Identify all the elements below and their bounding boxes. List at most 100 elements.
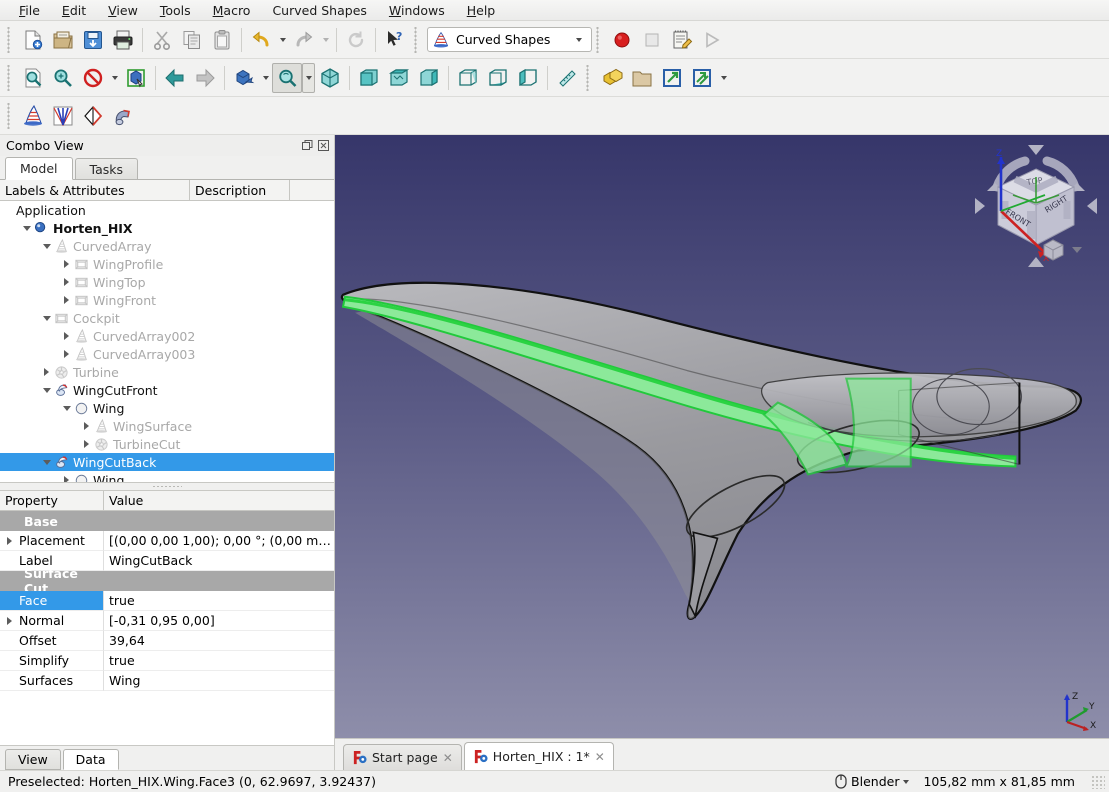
selection-view-button[interactable] bbox=[121, 63, 151, 93]
link-actions-button[interactable] bbox=[687, 63, 717, 93]
isometric-view-button[interactable] bbox=[315, 63, 345, 93]
macro-record-button[interactable] bbox=[607, 25, 637, 55]
make-link-button[interactable] bbox=[657, 63, 687, 93]
workbench-selector[interactable]: Curved Shapes bbox=[427, 27, 592, 52]
collapse-arrow-icon[interactable] bbox=[40, 309, 53, 327]
expand-arrow-icon[interactable] bbox=[60, 345, 73, 363]
tree-item-application[interactable]: Application bbox=[0, 201, 334, 219]
create-part-button[interactable] bbox=[597, 63, 627, 93]
expand-arrow-icon[interactable] bbox=[60, 255, 73, 273]
menu-curved-shapes[interactable]: Curved Shapes bbox=[261, 1, 377, 20]
expand-arrow-icon[interactable] bbox=[2, 536, 17, 545]
curved-segment-button[interactable] bbox=[108, 101, 138, 131]
expand-arrow-icon[interactable] bbox=[60, 327, 73, 345]
toolbar-grip[interactable] bbox=[585, 64, 594, 91]
tree-item-wingsurface[interactable]: WingSurface bbox=[0, 417, 334, 435]
tab-model[interactable]: Model bbox=[5, 157, 73, 180]
tree-item-curvedarray[interactable]: CurvedArray bbox=[0, 237, 334, 255]
tree-item-curvedarray003[interactable]: CurvedArray003 bbox=[0, 345, 334, 363]
expand-arrow-icon[interactable] bbox=[60, 291, 73, 309]
tree-item-turbine[interactable]: Turbine bbox=[0, 363, 334, 381]
surface-cut-button[interactable] bbox=[78, 101, 108, 131]
property-value[interactable]: 39,64 bbox=[104, 631, 334, 651]
document-tab-start-page[interactable]: Start page ✕ bbox=[343, 744, 462, 770]
macros-dialog-button[interactable] bbox=[667, 25, 697, 55]
toolbar-grip[interactable] bbox=[413, 26, 422, 53]
expand-arrow-icon[interactable] bbox=[40, 363, 53, 381]
link-dropdown-button[interactable] bbox=[717, 63, 730, 93]
property-list[interactable]: Base Placement [(0,00 0,00 1,00); 0,00 °; … bbox=[0, 511, 334, 691]
tree-item-wingcutfront[interactable]: WingCutFront bbox=[0, 381, 334, 399]
tree-item-horten_hix[interactable]: Horten_HIX bbox=[0, 219, 334, 237]
property-value[interactable]: [(0,00 0,00 1,00); 0,00 °; (0,00 m… bbox=[104, 531, 334, 551]
expand-arrow-icon[interactable] bbox=[60, 273, 73, 291]
execute-macro-button[interactable] bbox=[697, 25, 727, 55]
tree-item-curvedarray002[interactable]: CurvedArray002 bbox=[0, 327, 334, 345]
property-value[interactable]: true bbox=[104, 591, 334, 611]
top-view-button[interactable] bbox=[384, 63, 414, 93]
zoom-button[interactable] bbox=[272, 62, 302, 93]
fit-selection-button[interactable] bbox=[48, 63, 78, 93]
curved-array-button[interactable] bbox=[18, 101, 48, 131]
close-icon[interactable]: ✕ bbox=[595, 750, 605, 764]
property-value[interactable]: [-0,31 0,95 0,00] bbox=[104, 611, 334, 631]
zoom-dropdown-button[interactable] bbox=[302, 62, 315, 93]
expand-arrow-icon[interactable] bbox=[2, 616, 17, 625]
toolbar-grip[interactable] bbox=[6, 64, 15, 91]
tab-data[interactable]: Data bbox=[62, 749, 119, 770]
tree-item-wingprofile[interactable]: WingProfile bbox=[0, 255, 334, 273]
undo-dropdown-button[interactable] bbox=[276, 25, 289, 55]
workbench-dropdown-icon[interactable] bbox=[571, 37, 587, 42]
property-row[interactable]: Offset 39,64 bbox=[0, 631, 334, 651]
toolbar-grip[interactable] bbox=[595, 26, 604, 53]
expand-arrow-icon[interactable] bbox=[80, 435, 93, 453]
open-document-button[interactable] bbox=[48, 25, 78, 55]
chevron-down-icon[interactable] bbox=[903, 779, 910, 784]
left-view-button[interactable] bbox=[513, 63, 543, 93]
rear-view-button[interactable] bbox=[453, 63, 483, 93]
property-header-value[interactable]: Value bbox=[104, 491, 334, 510]
menu-edit[interactable]: Edit bbox=[51, 1, 97, 20]
bottom-view-button[interactable] bbox=[483, 63, 513, 93]
property-value[interactable]: Wing bbox=[104, 671, 334, 691]
tree-item-wingcutback[interactable]: WingCutBack bbox=[0, 453, 334, 471]
property-row[interactable]: Face true bbox=[0, 591, 334, 611]
view-back-button[interactable] bbox=[160, 63, 190, 93]
tree-item-wingfront[interactable]: WingFront bbox=[0, 291, 334, 309]
property-value[interactable]: true bbox=[104, 651, 334, 671]
expand-arrow-icon[interactable] bbox=[80, 417, 93, 435]
tab-tasks[interactable]: Tasks bbox=[74, 158, 139, 179]
tree-item-turbinecut[interactable]: TurbineCut bbox=[0, 435, 334, 453]
tree-item-wing[interactable]: Wing bbox=[0, 399, 334, 417]
measure-button[interactable] bbox=[552, 63, 582, 93]
property-value[interactable]: WingCutBack bbox=[104, 551, 334, 571]
axonometric-dropdown-button[interactable] bbox=[259, 63, 272, 93]
right-view-button[interactable] bbox=[414, 63, 444, 93]
front-view-button[interactable] bbox=[354, 63, 384, 93]
menu-macro[interactable]: Macro bbox=[202, 1, 262, 20]
tree-item-cockpit[interactable]: Cockpit bbox=[0, 309, 334, 327]
dock-splitter[interactable] bbox=[0, 483, 334, 490]
create-group-button[interactable] bbox=[627, 63, 657, 93]
draw-style-button[interactable] bbox=[78, 63, 108, 93]
close-icon[interactable]: ✕ bbox=[443, 751, 453, 765]
toolbar-grip[interactable] bbox=[6, 102, 15, 129]
collapse-arrow-icon[interactable] bbox=[40, 381, 53, 399]
model-tree[interactable]: Application Horten_HIX CurvedArray WingProf… bbox=[0, 201, 334, 483]
new-document-button[interactable] bbox=[18, 25, 48, 55]
float-icon[interactable] bbox=[301, 139, 314, 152]
undo-button[interactable] bbox=[246, 25, 276, 55]
paste-button[interactable] bbox=[207, 25, 237, 55]
tree-header-description[interactable]: Description bbox=[190, 180, 290, 200]
document-tab-horten-hix[interactable]: Horten_HIX : 1* ✕ bbox=[463, 742, 614, 770]
draw-style-dropdown-button[interactable] bbox=[108, 63, 121, 93]
tree-header-labels[interactable]: Labels & Attributes bbox=[0, 180, 190, 200]
tree-item-wing[interactable]: Wing bbox=[0, 471, 334, 482]
view-forward-button[interactable] bbox=[190, 63, 220, 93]
menu-windows[interactable]: Windows bbox=[378, 1, 456, 20]
collapse-arrow-icon[interactable] bbox=[20, 219, 33, 237]
close-icon[interactable] bbox=[317, 139, 330, 152]
menu-file[interactable]: File bbox=[8, 1, 51, 20]
cut-button[interactable] bbox=[147, 25, 177, 55]
property-row[interactable]: Normal [-0,31 0,95 0,00] bbox=[0, 611, 334, 631]
